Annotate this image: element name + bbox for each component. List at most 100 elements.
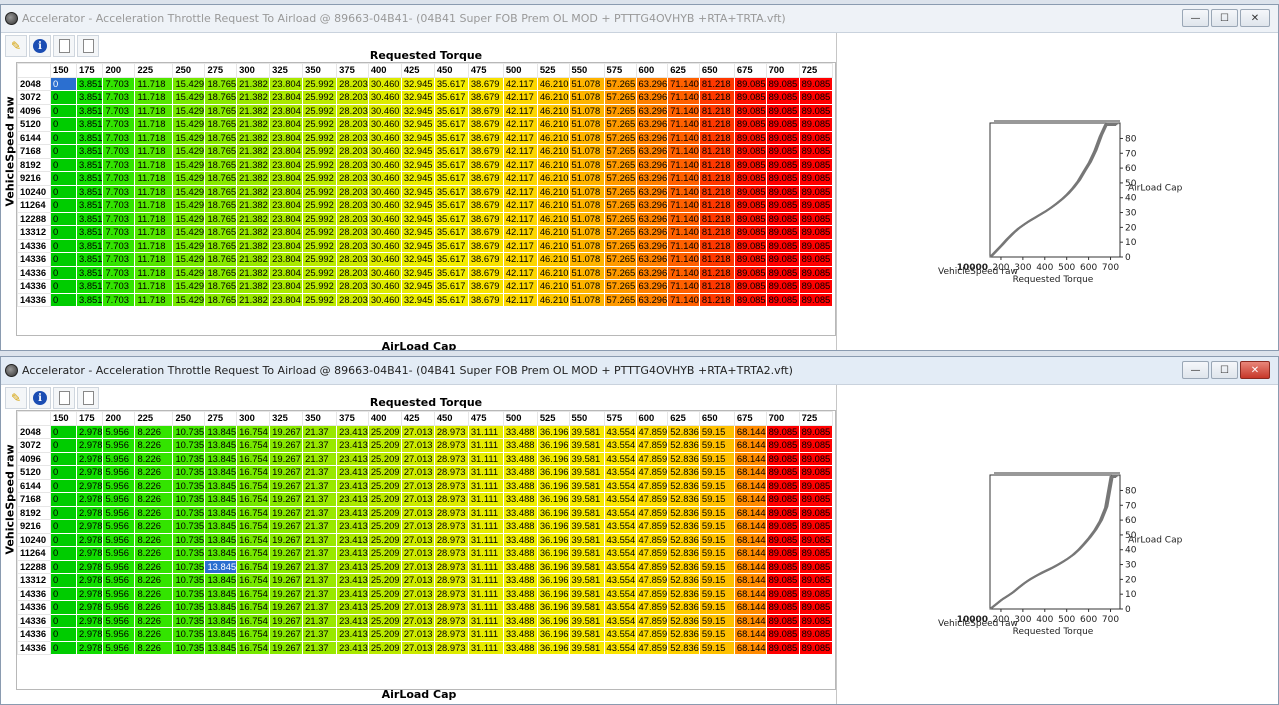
table-cell[interactable]: 18.765 xyxy=(204,171,238,186)
table-cell[interactable]: 2.978 xyxy=(75,519,104,534)
table-cell[interactable]: 16.754 xyxy=(236,424,271,439)
table-cell[interactable]: 21.37 xyxy=(302,573,338,588)
table-cell[interactable]: 16.754 xyxy=(236,451,271,466)
table-cell[interactable]: 13.845 xyxy=(204,600,238,615)
table-cell[interactable]: 81.218 xyxy=(698,238,735,253)
table-cell[interactable]: 46.210 xyxy=(536,252,570,267)
table-cell[interactable]: 23.804 xyxy=(269,198,304,213)
table-cell[interactable]: 13.845 xyxy=(204,546,238,561)
table-cell[interactable]: 0 xyxy=(50,613,77,628)
table-cell[interactable]: 33.488 xyxy=(502,519,538,534)
table-cell[interactable]: 32.945 xyxy=(400,76,435,91)
table-cell[interactable]: 3.851 xyxy=(75,252,104,267)
table-cell[interactable]: 38.679 xyxy=(467,103,504,118)
row-header[interactable]: 4096 xyxy=(17,103,51,118)
table-cell[interactable]: 89.085 xyxy=(765,198,800,213)
table-cell[interactable]: 19.267 xyxy=(269,519,304,534)
table-cell[interactable]: 0 xyxy=(50,640,77,655)
table-cell[interactable]: 23.804 xyxy=(269,279,304,294)
table-cell[interactable]: 59.15 xyxy=(698,559,735,574)
table-cell[interactable]: 35.617 xyxy=(433,198,469,213)
table-cell[interactable]: 23.413 xyxy=(336,505,369,520)
table-cell[interactable]: 68.144 xyxy=(733,586,767,601)
table-cell[interactable]: 11.718 xyxy=(134,279,174,294)
table-cell[interactable]: 38.679 xyxy=(467,76,504,91)
table-cell[interactable]: 27.013 xyxy=(400,451,435,466)
table-cell[interactable]: 15.429 xyxy=(172,265,206,280)
table-cell[interactable]: 0 xyxy=(50,573,77,588)
table-cell[interactable]: 32.945 xyxy=(400,292,435,307)
table-cell[interactable]: 21.382 xyxy=(236,279,271,294)
table-cell[interactable]: 57.265 xyxy=(603,157,637,172)
table-cell[interactable]: 47.859 xyxy=(635,505,669,520)
row-header[interactable]: 9216 xyxy=(17,171,51,186)
table-cell[interactable]: 47.859 xyxy=(635,478,669,493)
table-cell[interactable]: 63.296 xyxy=(635,292,669,307)
table-cell[interactable]: 30.460 xyxy=(367,252,402,267)
table-cell[interactable]: 89.085 xyxy=(765,627,800,642)
table-cell[interactable]: 30.460 xyxy=(367,171,402,186)
table-cell[interactable]: 42.117 xyxy=(502,225,538,240)
table-cell[interactable]: 59.15 xyxy=(698,600,735,615)
table-cell[interactable]: 33.488 xyxy=(502,600,538,615)
table-cell[interactable]: 25.209 xyxy=(367,492,402,507)
table-cell[interactable]: 47.859 xyxy=(635,465,669,480)
table-cell[interactable]: 28.973 xyxy=(433,438,469,453)
table-cell[interactable]: 28.973 xyxy=(433,573,469,588)
column-header[interactable]: 650 xyxy=(698,411,735,426)
table-cell[interactable]: 13.845 xyxy=(204,438,238,453)
table-cell[interactable]: 21.382 xyxy=(236,144,271,159)
table-cell[interactable]: 25.992 xyxy=(302,117,338,132)
table-cell[interactable]: 11.718 xyxy=(134,144,174,159)
table-cell[interactable]: 21.37 xyxy=(302,586,338,601)
table-cell[interactable]: 10.735 xyxy=(172,546,206,561)
table-cell[interactable]: 19.267 xyxy=(269,478,304,493)
table-cell[interactable]: 71.140 xyxy=(667,171,700,186)
table-cell[interactable]: 52.836 xyxy=(667,613,700,628)
table-cell[interactable]: 0 xyxy=(50,438,77,453)
table-cell[interactable]: 25.992 xyxy=(302,198,338,213)
table-cell[interactable]: 28.203 xyxy=(336,76,369,91)
table-cell[interactable]: 23.804 xyxy=(269,225,304,240)
table-cell[interactable]: 10.735 xyxy=(172,451,206,466)
table-cell[interactable]: 33.488 xyxy=(502,613,538,628)
table-cell[interactable]: 28.973 xyxy=(433,465,469,480)
table-cell[interactable]: 3.851 xyxy=(75,225,104,240)
row-header[interactable]: 3072 xyxy=(17,438,51,453)
table-cell[interactable]: 27.013 xyxy=(400,640,435,655)
table-cell[interactable]: 81.218 xyxy=(698,90,735,105)
table-cell[interactable]: 13.845 xyxy=(204,424,238,439)
table-cell[interactable]: 89.085 xyxy=(798,600,833,615)
table-cell[interactable]: 23.804 xyxy=(269,117,304,132)
table-cell[interactable]: 7.703 xyxy=(102,90,136,105)
table-cell[interactable]: 18.765 xyxy=(204,117,238,132)
table-cell[interactable]: 81.218 xyxy=(698,171,735,186)
table-cell[interactable]: 30.460 xyxy=(367,265,402,280)
table-cell[interactable]: 68.144 xyxy=(733,438,767,453)
table-cell[interactable]: 89.085 xyxy=(733,171,767,186)
table-cell[interactable]: 30.460 xyxy=(367,90,402,105)
table-cell[interactable]: 35.617 xyxy=(433,90,469,105)
table-cell[interactable]: 89.085 xyxy=(765,505,800,520)
table-cell[interactable]: 28.203 xyxy=(336,103,369,118)
table-cell[interactable]: 30.460 xyxy=(367,184,402,199)
table-cell[interactable]: 68.144 xyxy=(733,424,767,439)
table-cell[interactable]: 28.973 xyxy=(433,519,469,534)
row-header[interactable]: 2048 xyxy=(17,76,51,91)
table-cell[interactable]: 52.836 xyxy=(667,492,700,507)
table-cell[interactable]: 32.945 xyxy=(400,225,435,240)
table-cell[interactable]: 39.581 xyxy=(568,532,605,547)
table-cell[interactable]: 3.851 xyxy=(75,103,104,118)
minimize-button[interactable]: — xyxy=(1182,9,1209,27)
table-cell[interactable]: 89.085 xyxy=(798,238,833,253)
table-cell[interactable]: 33.488 xyxy=(502,573,538,588)
table-cell[interactable]: 43.554 xyxy=(603,424,637,439)
table-cell[interactable]: 81.218 xyxy=(698,130,735,145)
table-cell[interactable]: 38.679 xyxy=(467,117,504,132)
table-cell[interactable]: 35.617 xyxy=(433,292,469,307)
table-cell[interactable]: 89.085 xyxy=(798,279,833,294)
table-cell[interactable]: 89.085 xyxy=(765,76,800,91)
table-cell[interactable]: 2.978 xyxy=(75,613,104,628)
close-button[interactable]: ✕ xyxy=(1240,9,1270,27)
table-cell[interactable]: 89.085 xyxy=(765,144,800,159)
